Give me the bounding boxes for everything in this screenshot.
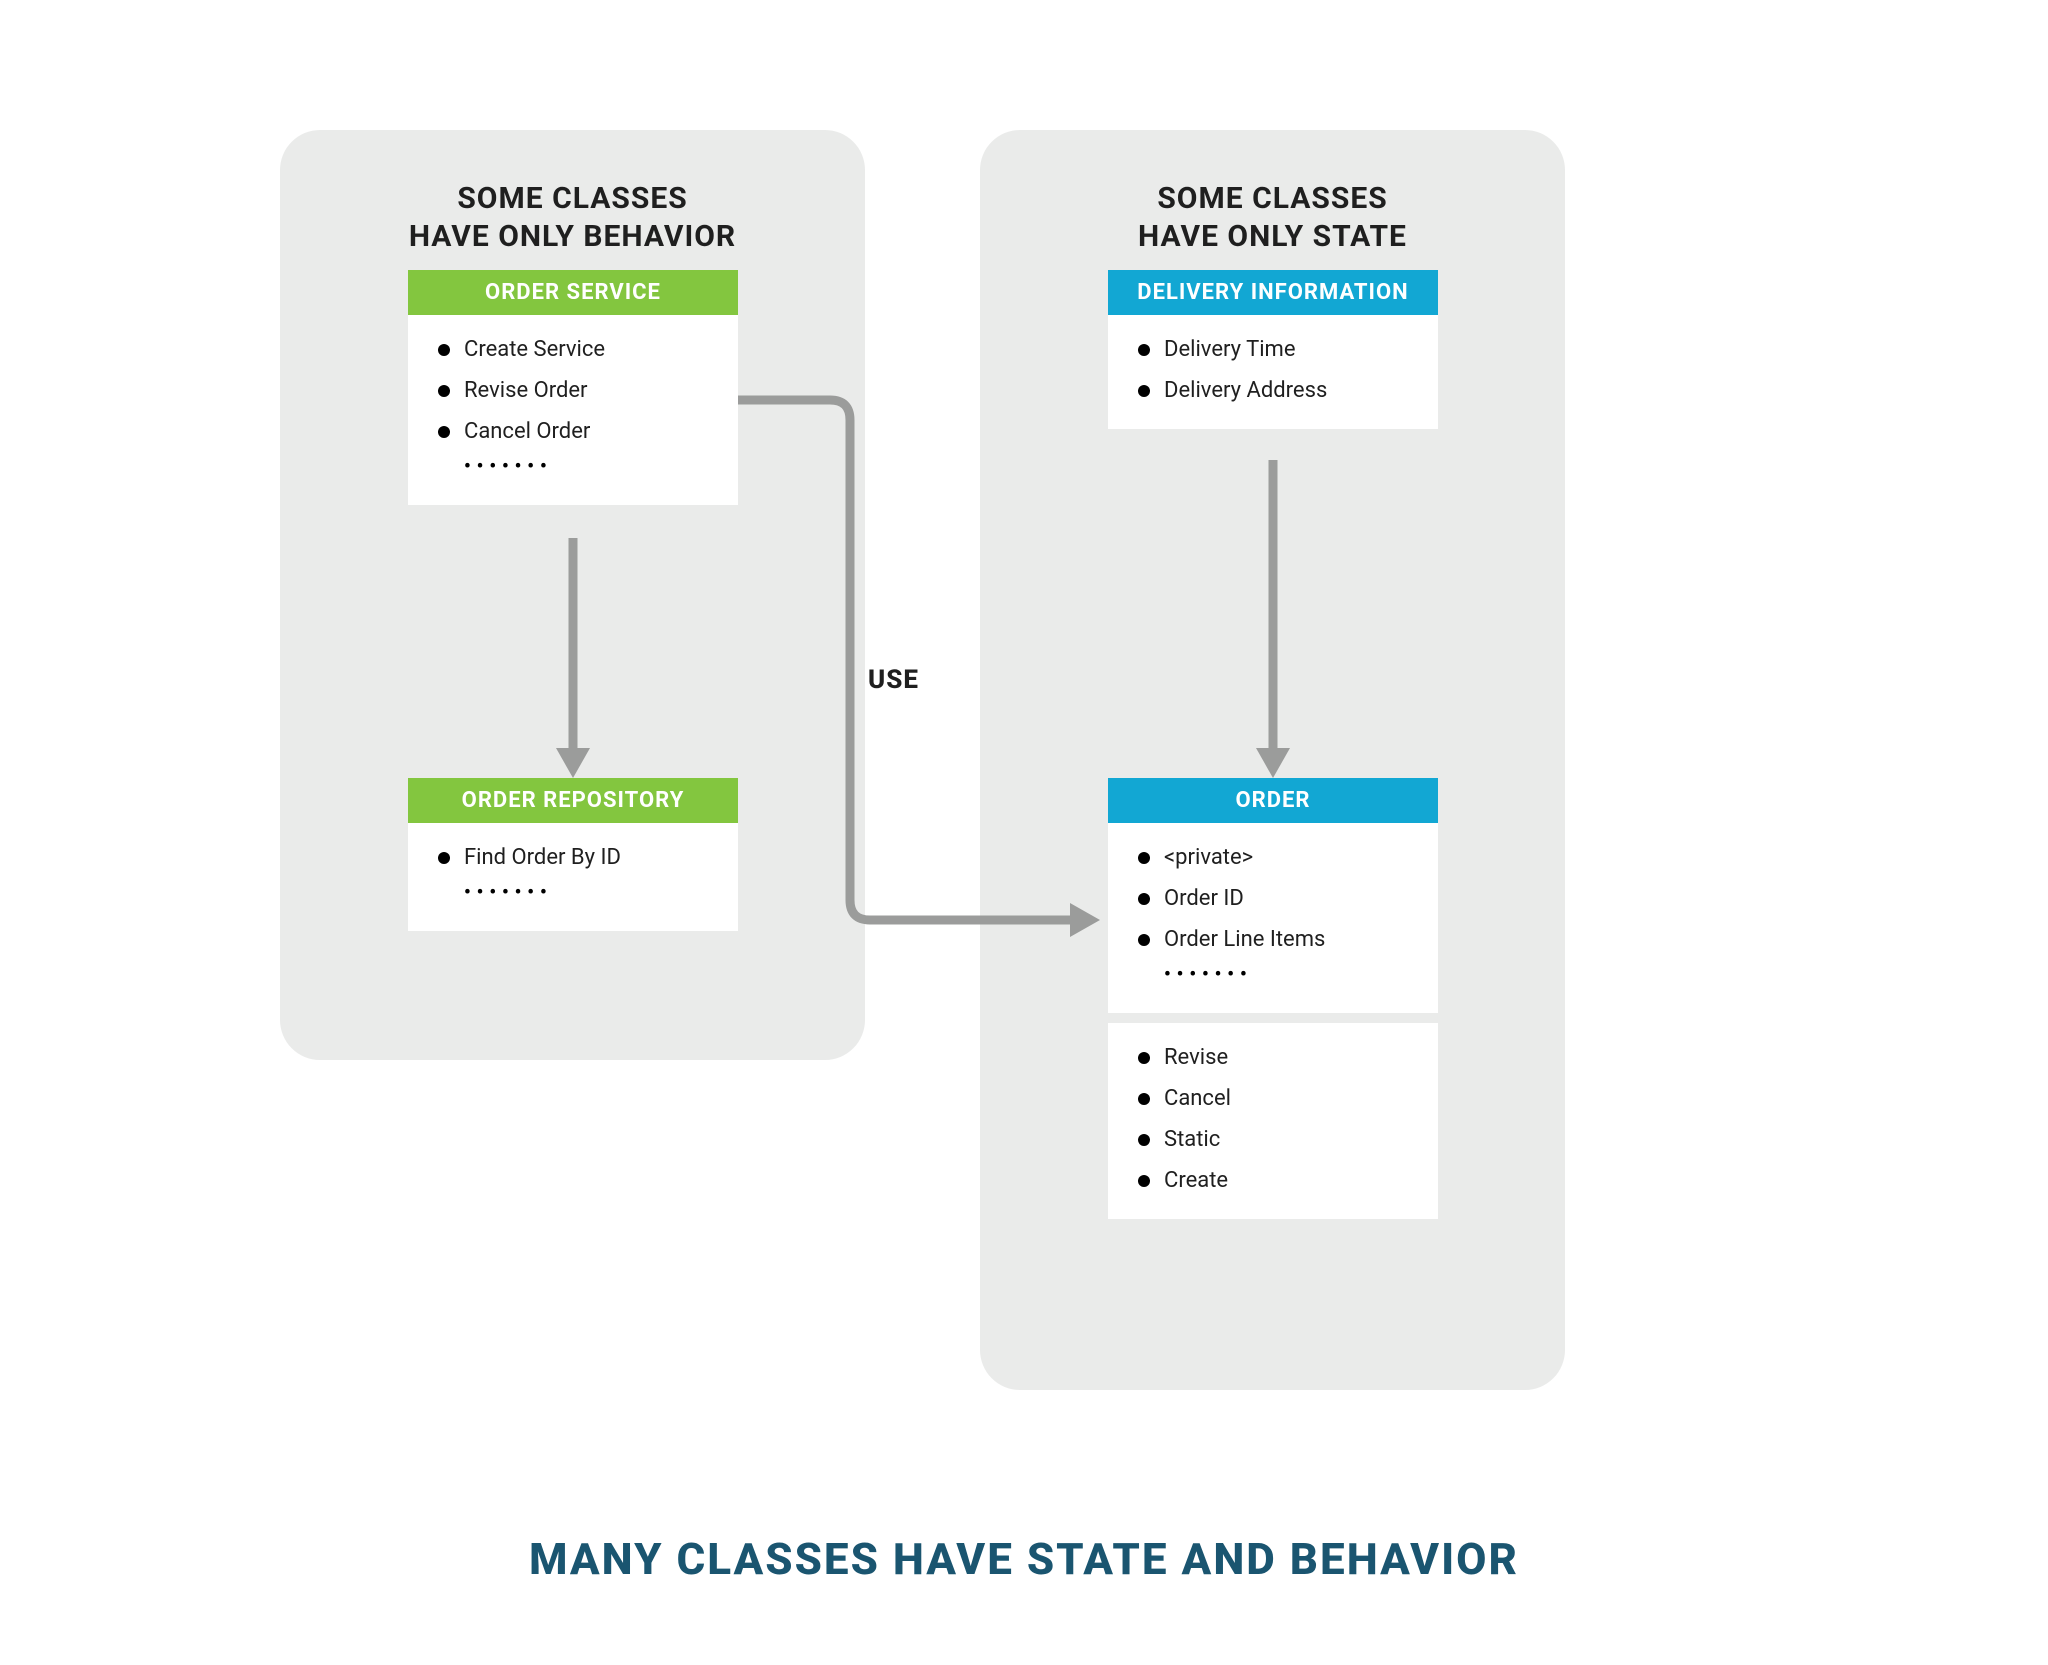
bullet-icon <box>1138 893 1150 905</box>
item-label: Revise <box>1164 1045 1228 1070</box>
list-item: Delivery Address <box>1134 370 1418 411</box>
item-label: Create Service <box>464 337 605 362</box>
card-order-service-items: Create Service Revise Order Cancel Order… <box>408 315 738 505</box>
list-item: Find Order By ID <box>434 837 718 878</box>
card-order-repository-header: Order Repository <box>408 778 738 823</box>
card-order-service-header: Order Service <box>408 270 738 315</box>
list-item: Cancel <box>1134 1078 1418 1119</box>
bullet-icon <box>1138 1093 1150 1105</box>
ellipsis-icon: ••••••• <box>1134 960 1418 995</box>
item-label: Create <box>1164 1168 1228 1193</box>
bullet-icon <box>1138 852 1150 864</box>
card-order-repository: Order Repository Find Order By ID ••••••… <box>408 778 738 931</box>
bullet-icon <box>1138 1175 1150 1187</box>
bullet-icon <box>438 426 450 438</box>
item-label: Static <box>1164 1127 1220 1152</box>
list-item: Create <box>1134 1160 1418 1201</box>
list-item: Order ID <box>1134 878 1418 919</box>
bullet-icon <box>1138 1134 1150 1146</box>
card-order: Order <private> Order ID Order Line Item… <box>1108 778 1438 1219</box>
card-order-section2: Revise Cancel Static Create <box>1108 1023 1438 1219</box>
item-label: Cancel Order <box>464 419 590 444</box>
ellipsis-icon: ••••••• <box>434 452 718 487</box>
list-item: Create Service <box>434 329 718 370</box>
panel-behavior-title-line2: Have Only Behavior <box>409 219 736 254</box>
card-order-divider <box>1108 1013 1438 1023</box>
list-item: Order Line Items <box>1134 919 1418 960</box>
panel-state-title-line2: Have Only State <box>1138 219 1407 254</box>
list-item: Delivery Time <box>1134 329 1418 370</box>
card-order-header: Order <box>1108 778 1438 823</box>
panel-behavior-title-line1: Some Classes <box>457 181 687 216</box>
card-delivery-information: Delivery Information Delivery Time Deliv… <box>1108 270 1438 429</box>
bullet-icon <box>438 344 450 356</box>
panel-state-title-line1: Some Classes <box>1157 181 1387 216</box>
ellipsis-icon: ••••••• <box>434 878 718 913</box>
list-item: Revise <box>1134 1037 1418 1078</box>
use-label: USE <box>868 665 919 695</box>
bullet-icon <box>1138 385 1150 397</box>
bullet-icon <box>438 385 450 397</box>
item-label: Revise Order <box>464 378 587 403</box>
item-label: <private> <box>1164 845 1253 870</box>
card-delivery-information-items: Delivery Time Delivery Address <box>1108 315 1438 429</box>
card-order-section1: <private> Order ID Order Line Items ••••… <box>1108 823 1438 1013</box>
item-label: Order Line Items <box>1164 927 1325 952</box>
footer-title: Many Classes Have State and Behavior <box>0 1533 2048 1585</box>
list-item: Revise Order <box>434 370 718 411</box>
card-order-repository-items: Find Order By ID ••••••• <box>408 823 738 931</box>
diagram-canvas: Some Classes Have Only Behavior Some Cla… <box>0 0 2048 1665</box>
panel-behavior-title: Some Classes Have Only Behavior <box>320 180 825 255</box>
panel-state-title: Some Classes Have Only State <box>1020 180 1525 255</box>
bullet-icon <box>438 852 450 864</box>
item-label: Cancel <box>1164 1086 1231 1111</box>
list-item: <private> <box>1134 837 1418 878</box>
card-delivery-information-header: Delivery Information <box>1108 270 1438 315</box>
item-label: Find Order By ID <box>464 845 621 870</box>
bullet-icon <box>1138 934 1150 946</box>
list-item: Cancel Order <box>434 411 718 452</box>
item-label: Order ID <box>1164 886 1244 911</box>
list-item: Static <box>1134 1119 1418 1160</box>
bullet-icon <box>1138 344 1150 356</box>
item-label: Delivery Address <box>1164 378 1327 403</box>
card-order-service: Order Service Create Service Revise Orde… <box>408 270 738 505</box>
item-label: Delivery Time <box>1164 337 1296 362</box>
bullet-icon <box>1138 1052 1150 1064</box>
